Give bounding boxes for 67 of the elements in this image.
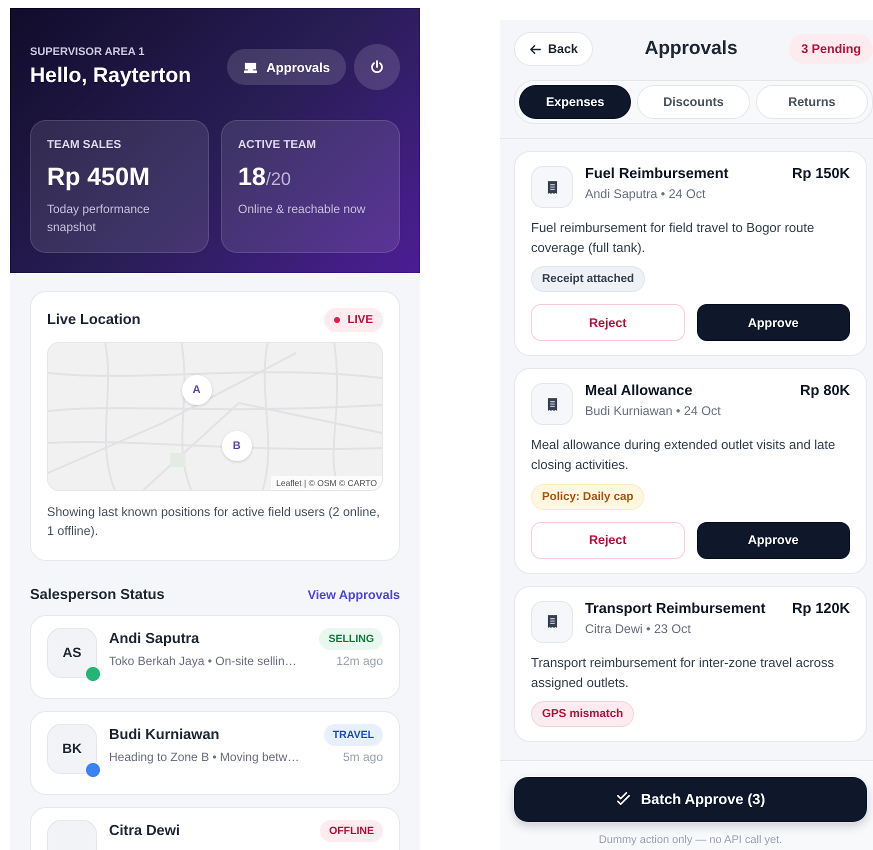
salesperson-card[interactable]: BK Budi Kurniawan TRAVEL Heading to Zone B • Moving betw… 5m ago [30,710,400,795]
approve-button[interactable]: Approve [696,522,850,559]
tab[interactable]: Returns [756,85,868,119]
section-title: Salesperson Status [30,586,165,603]
footer-note: Dummy action only — no API call yet. [598,834,784,846]
avatar: BK [47,724,97,774]
avatar: AS [47,628,97,678]
salesperson-card[interactable]: AS Andi Saputra SELLING Toko Berkah Jaya • On-site sellin… 12m ago [30,614,400,699]
expense-amount: Rp 150K [792,166,850,182]
pending-badge: 3 Pending [789,34,873,64]
map-attribution: Leaflet | © OSM © CARTO [271,476,382,490]
last-seen-time: 12m ago [336,654,383,668]
salesperson-name: Budi Kurniawan [109,726,220,743]
map-marker[interactable]: B [222,431,252,462]
reject-button[interactable]: Reject [531,522,684,559]
map-marker[interactable]: A [182,375,212,406]
salesperson-activity: Toko Berkah Jaya • On-site sellin… [109,654,297,668]
power-button[interactable] [354,44,400,90]
expense-meta: Budi Kurniawan • 24 Oct [585,404,722,418]
stat-value: Rp 450M [47,163,151,192]
expense-description: Transport reimbursement for inter-zone travel across assigned outlets. [531,654,835,692]
expense-description: Meal allowance during extended outlet visits and late closing activities. [531,436,836,474]
power-icon [369,59,385,75]
expense-amount: Rp 120K [792,600,850,617]
map-caption: Showing last known positions for active field users (2 online, 1 offline). [47,504,381,540]
stat-value: 18/20 [238,163,292,192]
receipt-icon [546,614,558,630]
salesperson-name: Citra Dewi [109,822,180,839]
page-title: Approvals [644,38,738,60]
expense-title: Fuel Reimbursement [585,166,730,182]
last-seen-time: 5m ago [342,750,383,764]
card-title: Live Location [47,312,140,328]
expense-meta: Andi Saputra • 24 Oct [585,187,706,201]
stat-label: ACTIVE TEAM [238,139,317,151]
greeting-title: Hello, Rayterton [30,64,192,88]
stat-label: TEAM SALES [47,139,122,151]
receipt-icon [546,396,558,412]
status-badge: SELLING [319,628,383,650]
expense-title: Meal Allowance [585,383,694,400]
receipt-icon [546,180,558,194]
expense-tag: Policy: Daily cap [531,484,644,510]
map[interactable]: A B Leaflet | © OSM © CARTO [47,342,383,491]
stat-caption: Today performance snapshot [47,201,151,236]
salesperson-activity: Heading to Zone B • Moving betw… [109,750,300,764]
double-check-icon [616,792,631,807]
reject-button[interactable]: Reject [531,304,684,342]
expense-amount: Rp 80K [800,383,850,400]
status-badge: OFFLINE [320,820,383,842]
approvals-button[interactable]: Approvals [227,49,346,85]
expense-tag: Receipt attached [531,266,646,292]
live-badge: LIVE [324,308,383,332]
salesperson-card[interactable]: Citra Dewi OFFLINE [30,806,400,850]
approve-button[interactable]: Approve [696,304,850,342]
status-badge: TRAVEL [324,724,383,746]
view-approvals-link[interactable]: View Approvals [308,588,400,602]
expense-tag: GPS mismatch [531,700,634,727]
expense-title: Transport Reimbursement [585,600,766,617]
area-label: SUPERVISOR AREA 1 [30,46,146,58]
expense-description: Fuel reimbursement for field travel to Bogor route coverage (full tank). [531,219,816,258]
expense-meta: Citra Dewi • 23 Oct [585,622,692,636]
batch-approve-button[interactable]: Batch Approve (3) [514,777,867,822]
tab[interactable]: Discounts [637,85,750,119]
salesperson-name: Andi Saputra [109,630,200,647]
tab[interactable]: Expenses [519,85,632,119]
back-button[interactable]: Back [514,32,593,66]
back-arrow-icon [529,42,542,56]
stat-caption: Online & reachable now [238,201,366,218]
